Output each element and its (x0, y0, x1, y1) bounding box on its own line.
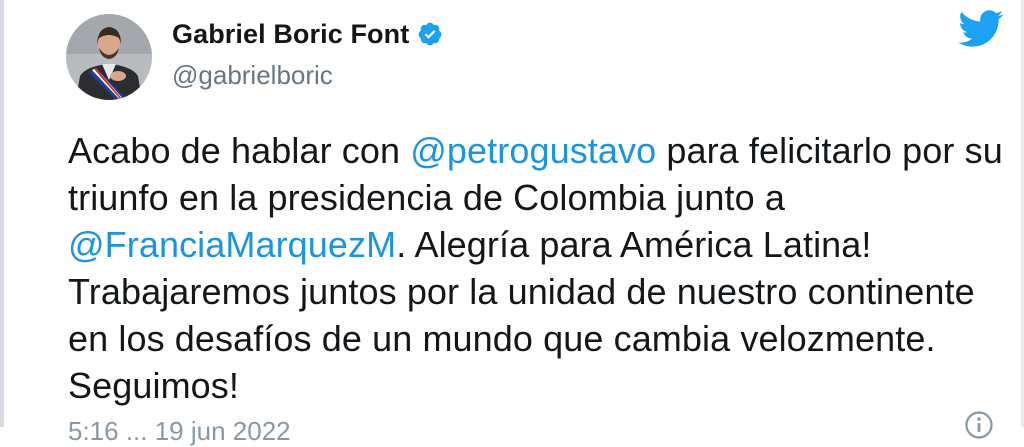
display-name[interactable]: Gabriel Boric Font (172, 19, 409, 50)
tweet-card: Gabriel Boric Font @gabrielboric Acabo d… (0, 0, 1024, 446)
verified-badge-icon (417, 21, 443, 47)
mention-link[interactable]: @FranciaMarquezM (68, 224, 396, 265)
tweet-timestamp[interactable]: 5:16 ... 19 jun 2022 (68, 416, 291, 447)
twitter-bird-icon[interactable] (958, 10, 1004, 48)
user-info: Gabriel Boric Font @gabrielboric (172, 16, 443, 91)
mention-link[interactable]: @petrogustavo (410, 130, 656, 171)
avatar[interactable] (66, 14, 152, 100)
left-border (0, 0, 4, 427)
name-row: Gabriel Boric Font (172, 16, 443, 52)
tweet-text: Acabo de hablar con @petrogustavo para f… (68, 127, 1018, 409)
avatar-image (66, 14, 152, 100)
info-icon[interactable] (964, 410, 994, 440)
user-handle[interactable]: @gabrielboric (172, 60, 443, 91)
tweet-text-segment: Acabo de hablar con (68, 130, 411, 171)
